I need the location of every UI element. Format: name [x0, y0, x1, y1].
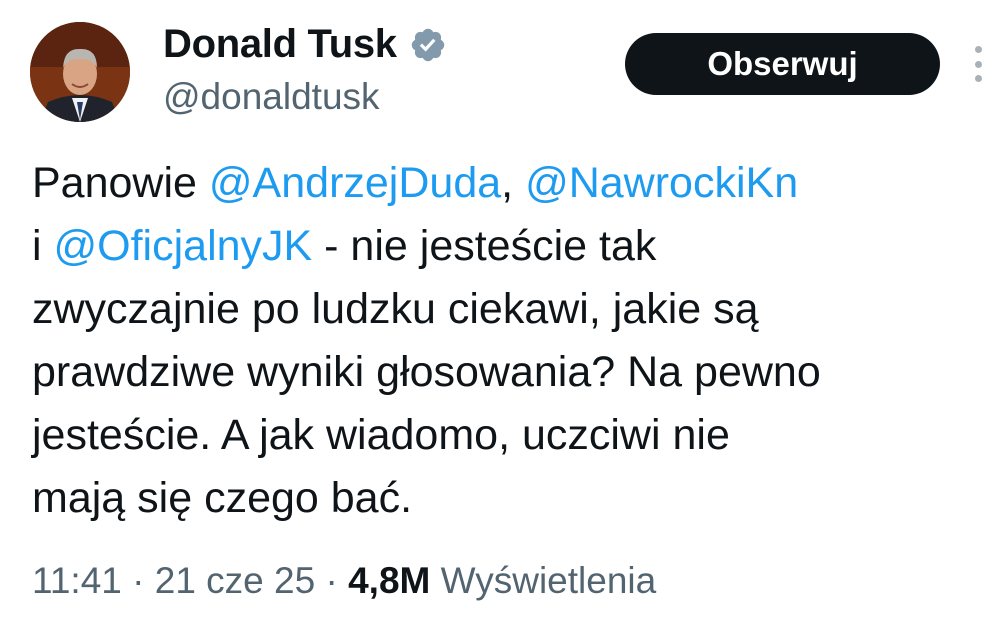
tweet-text-segment: , — [501, 159, 526, 207]
mention-link[interactable]: @OficjalnyJK — [54, 222, 313, 270]
more-dot — [974, 46, 982, 53]
verified-badge-icon[interactable] — [409, 26, 447, 64]
views-label[interactable]: Wyświetlenia — [441, 560, 657, 601]
more-vertical-icon[interactable] — [966, 44, 990, 84]
author-name-row: Donald Tusk — [163, 22, 447, 67]
author-display-name[interactable]: Donald Tusk — [163, 22, 397, 67]
tweet-line: Panowie @AndrzejDuda, @NawrockiKn — [32, 152, 982, 215]
author-handle[interactable]: @donaldtusk — [163, 76, 380, 118]
mention-link[interactable]: @NawrockiKn — [525, 159, 798, 207]
tweet-date[interactable]: 21 cze 25 — [155, 560, 315, 601]
tweet-line: zwyczajnie po ludzku ciekawi, jakie są — [32, 285, 759, 333]
tweet-meta: 11:41 · 21 cze 25 · 4,8M Wyświetlenia — [32, 560, 656, 602]
tweet-time[interactable]: 11:41 — [32, 560, 122, 601]
meta-separator: · — [315, 560, 349, 601]
mention-link[interactable]: @AndrzejDuda — [209, 159, 501, 207]
tweet-line: jesteście. A jak wiadomo, uczciwi nie — [32, 411, 730, 459]
more-dot — [974, 60, 982, 68]
meta-separator: · — [121, 560, 155, 601]
tweet-text-segment: Panowie — [32, 159, 209, 207]
follow-button[interactable]: Obserwuj — [625, 33, 940, 95]
tweet-text: Panowie @AndrzejDuda, @NawrockiKn i @Ofi… — [32, 152, 982, 530]
tweet-line: i @OficjalnyJK - nie jesteście tak — [32, 215, 982, 278]
tweet-text-segment: - nie jesteście tak — [312, 222, 657, 270]
tweet-text-segment: i — [32, 222, 54, 270]
avatar-image — [30, 22, 130, 122]
avatar[interactable] — [30, 22, 130, 122]
views-count[interactable]: 4,8M — [348, 560, 430, 601]
tweet-line: prawdziwe wyniki głosowania? Na pewno — [32, 348, 821, 396]
more-dot — [974, 75, 982, 82]
tweet-line: mają się czego bać. — [32, 474, 413, 522]
